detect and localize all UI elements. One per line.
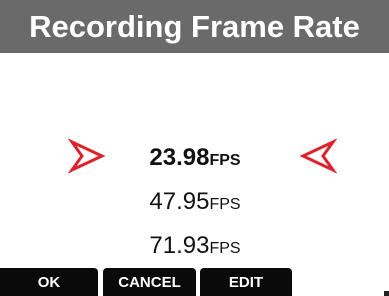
frame-rate-screen: Recording Frame Rate 23.98FPS 47.95FPS 7… xyxy=(0,0,389,296)
corner-marker xyxy=(384,291,389,296)
frame-rate-option-71-93[interactable]: 71.93FPS xyxy=(130,232,260,260)
frame-rate-option-47-95[interactable]: 47.95FPS xyxy=(130,188,260,216)
frame-rate-unit: FPS xyxy=(209,240,241,257)
cancel-button[interactable]: CANCEL xyxy=(103,268,196,296)
frame-rate-list: 23.98FPS 47.95FPS 71.93FPS xyxy=(0,0,389,296)
frame-rate-value: 71.93 xyxy=(149,232,210,259)
softkey-bar: OK CANCEL EDIT xyxy=(0,268,389,296)
selection-arrow-left-icon xyxy=(299,138,337,174)
frame-rate-option-23-98[interactable]: 23.98FPS xyxy=(130,144,260,172)
edit-button[interactable]: EDIT xyxy=(200,268,292,296)
frame-rate-unit: FPS xyxy=(209,152,241,169)
ok-button[interactable]: OK xyxy=(0,268,98,296)
frame-rate-unit: FPS xyxy=(209,196,241,213)
frame-rate-value: 23.98 xyxy=(149,144,210,171)
selection-arrow-right-icon xyxy=(68,138,106,174)
frame-rate-value: 47.95 xyxy=(149,188,210,215)
